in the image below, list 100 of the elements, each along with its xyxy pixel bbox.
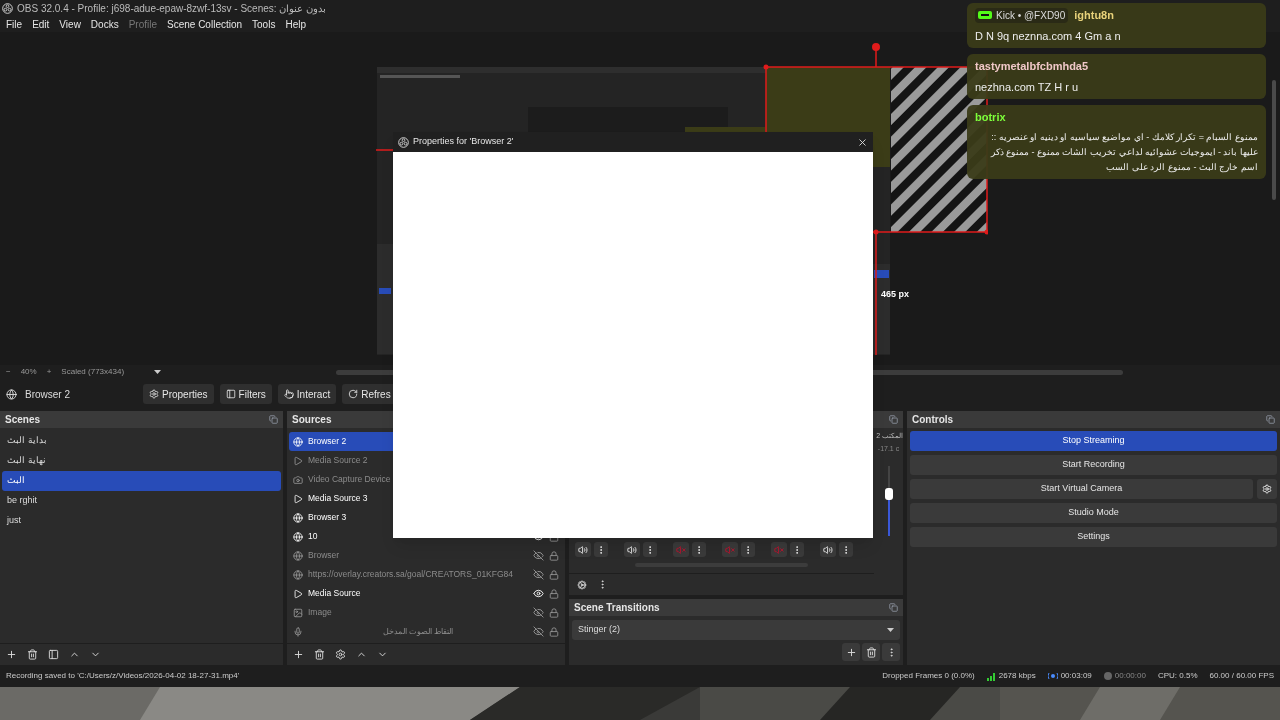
scene-item[interactable]: البث xyxy=(2,471,281,491)
muted-speaker-icon xyxy=(725,544,735,555)
source-name: Browser 3 xyxy=(308,511,347,524)
play-icon xyxy=(293,588,303,599)
lock-icon[interactable] xyxy=(549,626,559,637)
source-name: التقاط الصوت المدخل xyxy=(382,625,454,638)
source-item[interactable]: التقاط الصوت المدخل xyxy=(289,622,563,641)
muted-speaker-icon xyxy=(774,544,784,555)
volume-slider-track[interactable] xyxy=(887,466,890,536)
status-message: Recording saved to 'C:/Users/z/Videos/2026-04-02 18-27-31.mp4' xyxy=(6,670,241,682)
lock-icon[interactable] xyxy=(549,607,559,618)
eye-off-icon[interactable] xyxy=(533,626,544,637)
menu-item[interactable]: View xyxy=(59,16,81,32)
trash-icon[interactable] xyxy=(862,643,880,661)
lock-icon[interactable] xyxy=(549,550,559,561)
source-item[interactable]: Image xyxy=(289,603,563,622)
more-button[interactable] xyxy=(839,542,853,557)
toolbar-button[interactable]: Interact xyxy=(277,384,337,404)
eye-off-icon[interactable] xyxy=(533,607,544,618)
lock-icon[interactable] xyxy=(549,588,559,599)
bitrate: 2678 kbps xyxy=(998,670,1036,682)
caret-icon xyxy=(154,370,162,374)
dialog-title: Properties for 'Browser 2' xyxy=(413,135,515,149)
scene-item[interactable]: بداية البث xyxy=(2,431,281,451)
zoom-level: 40% xyxy=(20,366,37,378)
eye-off-icon[interactable] xyxy=(533,550,544,561)
source-item[interactable]: Browser xyxy=(289,546,563,565)
control-button[interactable]: Start Virtual Camera xyxy=(910,479,1253,499)
scene-item[interactable]: be rghit xyxy=(2,491,281,511)
chat-message: اسم خارج البث - ممنوع الرد على السب xyxy=(1105,160,1258,175)
source-item[interactable]: Media Source 3 xyxy=(289,489,563,508)
menu-item[interactable]: Help xyxy=(285,16,306,32)
control-button[interactable]: Settings xyxy=(910,527,1277,547)
source-item[interactable]: Browser 3 xyxy=(289,508,563,527)
toolbar-button[interactable]: Filters xyxy=(219,384,272,404)
source-item[interactable]: https://overlay.creators.sa/goal/CREATORS_01KFG84 xyxy=(289,565,563,584)
stream-time: 00:03:09 xyxy=(1060,670,1092,682)
source-name: Media Source xyxy=(308,587,361,600)
source-name: 10 xyxy=(308,530,318,543)
chat-message: D N 9q neznna.com 4 Gm a n xyxy=(975,28,1122,44)
source-item[interactable]: 10 xyxy=(289,527,563,546)
selected-source-name: Browser 2 xyxy=(25,387,71,402)
more-button[interactable] xyxy=(594,542,608,557)
zoom-out-button[interactable]: − xyxy=(6,366,11,378)
source-item[interactable]: Media Source 2 xyxy=(289,451,563,470)
close-icon[interactable] xyxy=(857,136,868,148)
image-icon xyxy=(293,607,303,618)
more-button[interactable] xyxy=(643,542,657,557)
gears-icon[interactable] xyxy=(577,579,587,590)
dropped-frames: Dropped Frames 0 (0.0%) xyxy=(882,670,975,682)
eye-icon[interactable] xyxy=(533,588,544,599)
more-button[interactable] xyxy=(790,542,804,557)
play-icon xyxy=(293,455,303,466)
camera-icon xyxy=(293,474,303,485)
menu-item[interactable]: Docks xyxy=(90,16,119,32)
scene-item[interactable]: نهاية البث xyxy=(2,451,281,471)
dock-title: Scenes xyxy=(5,413,41,427)
lock-icon[interactable] xyxy=(549,569,559,580)
window-title: OBS 32.0.4 - Profile: j698-adue-epaw-8zwf-13sv - Scenes: بدون عنوان xyxy=(17,1,327,16)
tag-label: Kick • @FXD90 xyxy=(996,8,1066,23)
fps: 60.00 / 60.00 FPS xyxy=(1209,670,1274,682)
muted-speaker-icon xyxy=(676,544,686,555)
speaker-icon xyxy=(627,544,637,555)
transition-dropdown[interactable]: Stinger (2) xyxy=(572,620,900,640)
more-button[interactable] xyxy=(692,542,706,557)
speaker-button[interactable] xyxy=(820,542,836,557)
source-item[interactable]: Video Capture Device xyxy=(289,470,563,489)
speaker-button[interactable] xyxy=(624,542,640,557)
scale-dropdown[interactable]: Scaled (773x434) xyxy=(61,366,162,378)
scrollbar[interactable] xyxy=(1272,80,1276,200)
speaker-icon xyxy=(578,544,588,555)
more-button[interactable] xyxy=(741,542,755,557)
menu-item[interactable]: File xyxy=(6,16,23,32)
control-button[interactable]: Studio Mode xyxy=(910,503,1277,523)
control-button[interactable]: Start Recording xyxy=(910,455,1277,475)
undock-icon[interactable] xyxy=(889,415,898,424)
scene-item[interactable]: just xyxy=(2,511,281,531)
dock-title: Scene Transitions xyxy=(574,601,660,615)
zoom-in-button[interactable]: + xyxy=(46,366,52,378)
eye-off-icon[interactable] xyxy=(533,569,544,580)
menu-item[interactable]: Scene Collection xyxy=(167,16,243,32)
add-icon[interactable] xyxy=(842,643,860,661)
globe-icon xyxy=(293,550,303,561)
cpu-usage: CPU: 0.5% xyxy=(1157,670,1198,682)
refresh-icon xyxy=(348,389,359,399)
menu-item[interactable]: Edit xyxy=(32,16,50,32)
speaker-button[interactable] xyxy=(575,542,591,557)
control-button[interactable]: Stop Streaming xyxy=(910,431,1277,451)
undock-icon[interactable] xyxy=(269,415,278,424)
dock-title: Controls xyxy=(912,413,954,427)
more-icon[interactable] xyxy=(882,643,900,661)
slider-thumb[interactable] xyxy=(884,488,893,500)
settings-button[interactable] xyxy=(1257,479,1277,499)
menu-item[interactable]: Tools xyxy=(252,16,276,32)
globe-icon xyxy=(293,569,303,580)
toolbar-button[interactable]: Properties xyxy=(143,384,214,404)
chat-username: ightu8n xyxy=(1074,8,1114,23)
undock-icon[interactable] xyxy=(1266,415,1275,424)
undock-icon[interactable] xyxy=(889,603,898,612)
source-item[interactable]: Media Source xyxy=(289,584,563,603)
